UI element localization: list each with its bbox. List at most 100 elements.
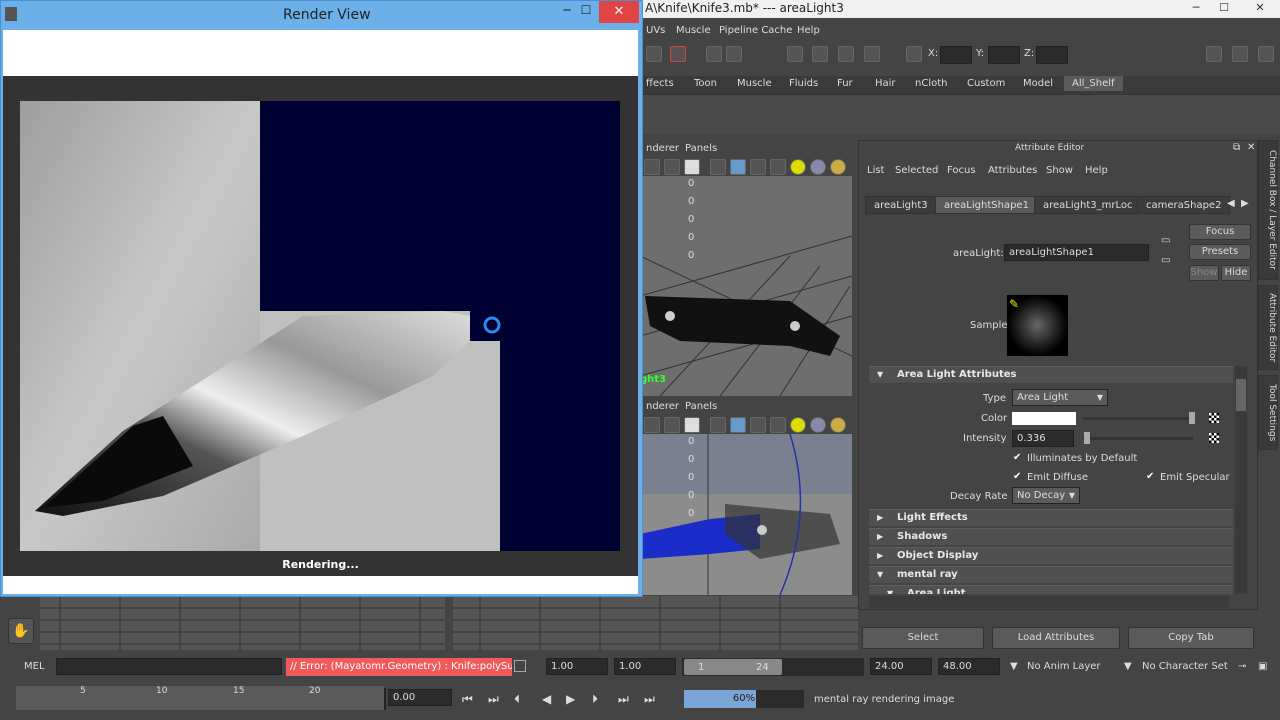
go-to-input-icon[interactable]: ▭ [1161, 235, 1170, 246]
y-field[interactable] [988, 46, 1020, 64]
emit-specular-checkbox-icon[interactable]: ✔ [1146, 471, 1154, 482]
playback-end-field[interactable]: 24.00 [870, 658, 932, 675]
node-name-field[interactable]: areaLightShape1 [1004, 244, 1149, 261]
section-object-display[interactable]: ▶ Object Display [869, 547, 1233, 564]
viewport-menu-panels[interactable]: Panels [685, 143, 717, 154]
step-forward-frame-icon[interactable]: ⏵ [592, 692, 598, 707]
current-time-marker[interactable] [384, 688, 386, 710]
shelf-tab-ncloth[interactable]: nCloth [915, 78, 947, 89]
menu-pipeline-cache[interactable]: Pipeline Cache [719, 25, 792, 36]
shelf-tab-hair[interactable]: Hair [875, 78, 896, 89]
color-swatch[interactable] [1012, 412, 1076, 425]
rv-close-icon[interactable]: ✕ [599, 1, 639, 23]
viewport-persp-top[interactable]: nderer Panels ght3 0 0 0 0 0 [640, 140, 852, 396]
step-forward-key-icon[interactable]: ⏭ [618, 692, 629, 707]
grid-icon[interactable] [644, 159, 660, 175]
tab-scroll-left-icon[interactable]: ◀ [1227, 198, 1235, 209]
shelf-tab-muscle[interactable]: Muscle [737, 78, 772, 89]
hypershade-icon[interactable] [812, 46, 828, 62]
ae-menu-list[interactable]: List [867, 165, 884, 176]
menu-uvs[interactable]: UVs [646, 25, 665, 36]
shelf-tab-custom[interactable]: Custom [967, 78, 1005, 89]
intensity-field[interactable]: 0.336 [1012, 430, 1074, 447]
x-field[interactable] [940, 46, 972, 64]
ipr-render-icon[interactable] [726, 46, 742, 62]
timeline-area[interactable]: ✋ [0, 596, 858, 650]
z-field[interactable] [1036, 46, 1068, 64]
channel-box-toggle-icon[interactable] [1258, 46, 1274, 62]
end-time-field[interactable]: 48.00 [938, 658, 1000, 675]
shelf-tab-model[interactable]: Model [1023, 78, 1053, 89]
film-gate-icon[interactable] [664, 417, 680, 433]
textured-icon[interactable] [770, 417, 786, 433]
maximize-icon[interactable]: ☐ [1210, 0, 1238, 18]
script-editor-icon[interactable] [514, 660, 526, 672]
intensity-map-icon[interactable] [1209, 433, 1219, 443]
ae-menu-selected[interactable]: Selected [895, 165, 938, 176]
shelf-tab-all-shelf[interactable]: All_Shelf [1064, 76, 1123, 91]
play-forwards-icon[interactable]: ▶ [566, 692, 575, 706]
absolute-transform-icon[interactable] [906, 46, 922, 62]
shelf-tab-fluids[interactable]: Fluids [789, 78, 818, 89]
render-canvas[interactable] [3, 76, 638, 576]
ae-menu-focus[interactable]: Focus [947, 165, 976, 176]
batch-render-icon[interactable] [864, 46, 880, 62]
wireframe-icon[interactable] [710, 159, 726, 175]
illuminates-checkbox-icon[interactable]: ✔ [1013, 452, 1021, 463]
step-back-key-icon[interactable]: ⏭ [488, 692, 499, 707]
render-icon[interactable] [706, 46, 722, 62]
text-icon[interactable] [684, 417, 700, 433]
wireframe-on-shaded-icon[interactable] [750, 159, 766, 175]
error-result-field[interactable]: // Error: (Mayatomr.Geometry) : Knife:po… [286, 658, 512, 676]
minimize-icon[interactable]: ─ [1182, 0, 1210, 18]
step-back-frame-icon[interactable]: ⏴ [514, 692, 520, 707]
character-set-label[interactable]: No Character Set [1142, 661, 1228, 672]
ae-scrollbar-thumb[interactable] [1236, 379, 1246, 411]
text-icon[interactable] [684, 159, 700, 175]
tab-scroll-right-icon[interactable]: ▶ [1241, 198, 1249, 209]
side-tab-attribute-editor[interactable]: Attribute Editor [1258, 285, 1278, 370]
color-slider-handle[interactable] [1189, 412, 1195, 424]
color-map-icon[interactable] [1209, 413, 1219, 423]
go-to-end-icon[interactable]: ⏭ [644, 692, 655, 707]
viewport-persp-bottom[interactable]: nderer Panels 0 0 0 0 0 [640, 398, 852, 595]
snap-icon[interactable] [646, 46, 662, 62]
anim-layer-label[interactable]: No Anim Layer [1027, 661, 1101, 672]
viewport-menu-renderer-2[interactable]: nderer [646, 401, 679, 412]
modeling-toolkit-icon[interactable] [1206, 46, 1222, 62]
anim-layer-chevron-icon[interactable]: ▼ [1010, 661, 1018, 672]
ae-menu-attributes[interactable]: Attributes [988, 165, 1037, 176]
presets-button[interactable]: Presets [1189, 244, 1251, 260]
char-set-chevron-icon[interactable]: ▼ [1124, 661, 1132, 672]
hide-button[interactable]: Hide [1221, 265, 1251, 281]
menu-muscle[interactable]: Muscle [676, 25, 711, 36]
load-attributes-button[interactable]: Load Attributes [992, 627, 1120, 649]
lights-icon[interactable] [790, 417, 806, 433]
copy-tab-button[interactable]: Copy Tab [1128, 627, 1254, 649]
attribute-editor-toggle-icon[interactable] [1232, 46, 1248, 62]
magnet-icon[interactable] [670, 46, 686, 62]
rv-maximize-icon[interactable]: ☐ [573, 3, 599, 23]
render-settings-icon[interactable] [787, 46, 803, 62]
intensity-slider-handle[interactable] [1084, 432, 1090, 444]
shelf-tab-effects[interactable]: ffects [646, 78, 674, 89]
close-panel-icon[interactable]: ✕ [1247, 142, 1255, 153]
section-shadows[interactable]: ▶ Shadows [869, 528, 1233, 545]
grid-icon[interactable] [644, 417, 660, 433]
current-time-field[interactable]: 0.00 [388, 689, 452, 706]
ae-horizontal-scrollbar[interactable] [869, 596, 1229, 608]
show-button[interactable]: Show [1189, 265, 1219, 281]
side-tab-channel-box[interactable]: Channel Box / Layer Editor [1258, 140, 1278, 280]
go-to-start-icon[interactable]: ⏮ [462, 692, 473, 707]
ae-tab-arealight3-mrloc[interactable]: areaLight3_mrLoc [1034, 196, 1142, 214]
select-button[interactable]: Select [862, 627, 984, 649]
go-to-output-icon[interactable]: ▭ [1161, 255, 1170, 266]
ambient-occlusion-icon[interactable] [830, 159, 846, 175]
ae-menu-show[interactable]: Show [1046, 165, 1073, 176]
play-backwards-icon[interactable]: ◀ [542, 692, 551, 706]
textured-icon[interactable] [770, 159, 786, 175]
menu-help[interactable]: Help [797, 25, 820, 36]
render-globals-icon[interactable] [838, 46, 854, 62]
shelf-tab-fur[interactable]: Fur [837, 78, 853, 89]
ambient-occlusion-icon[interactable] [830, 417, 846, 433]
